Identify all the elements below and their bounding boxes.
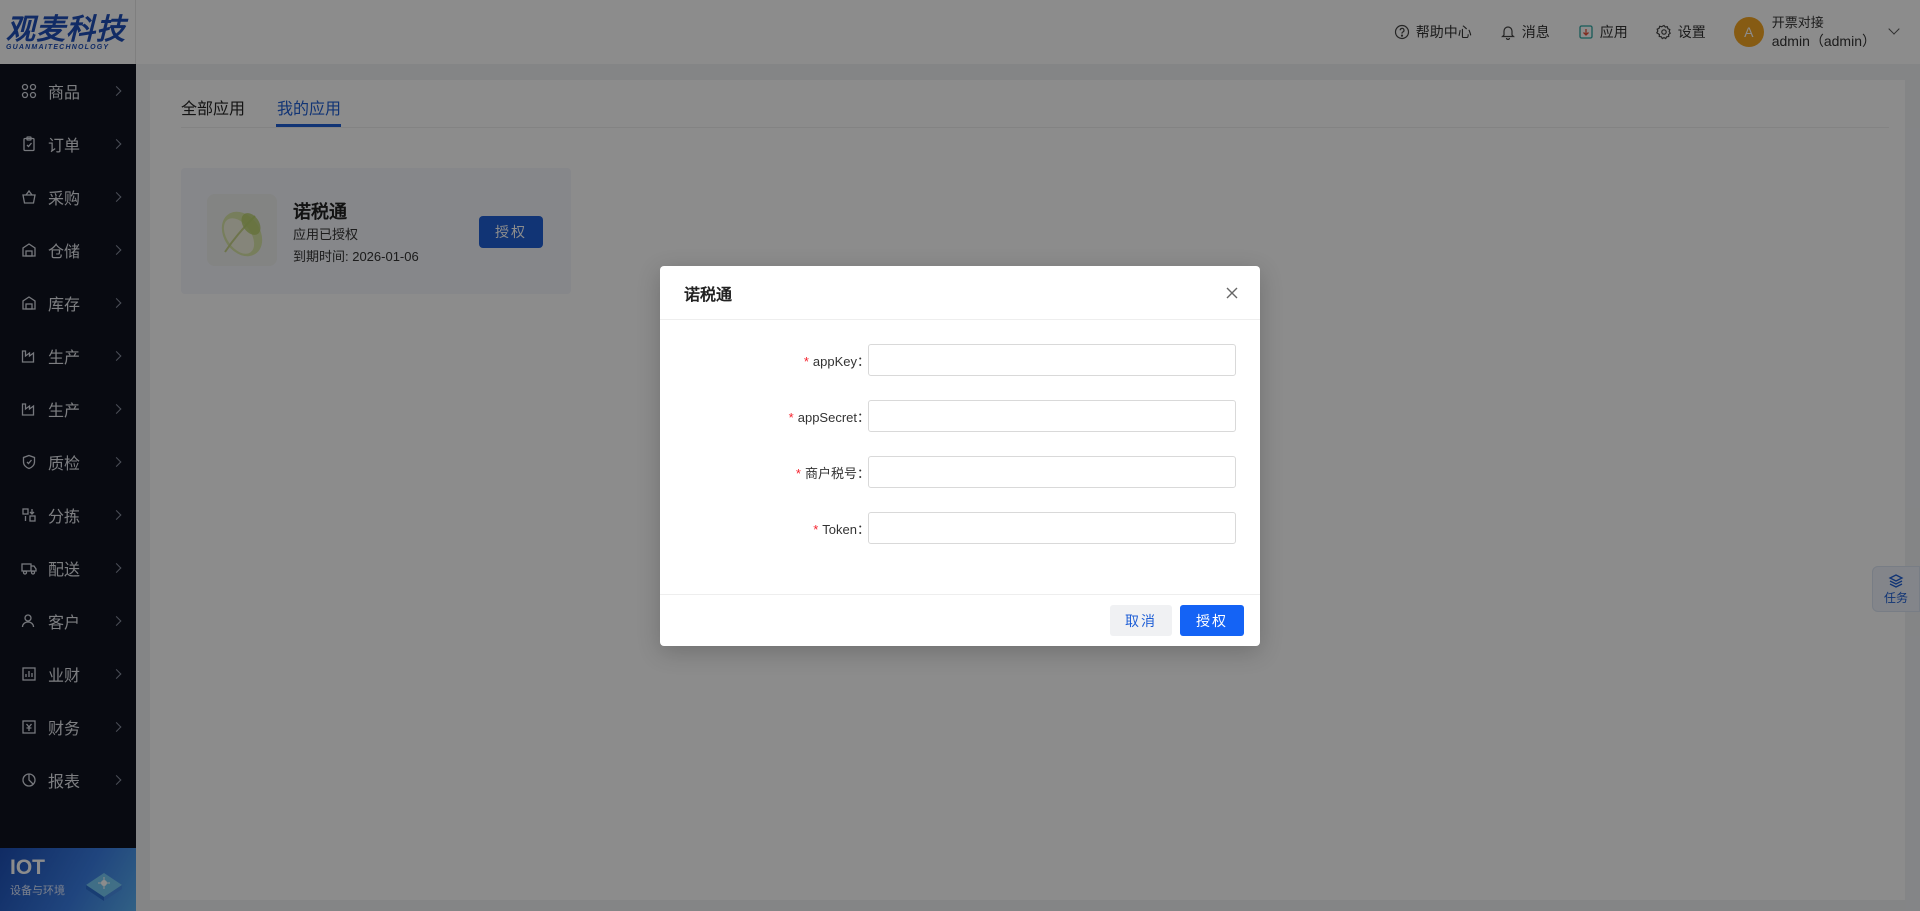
form-row-appkey: * appKey： — [660, 344, 1260, 376]
dialog-header: 诺税通 — [660, 266, 1260, 320]
required-mark: * — [795, 466, 801, 481]
appkey-label: * appKey： — [804, 351, 870, 370]
token-input[interactable] — [868, 512, 1236, 544]
token-label-text: Token： — [822, 522, 870, 537]
tax-id-label-text: 商户税号： — [804, 466, 870, 481]
cancel-button[interactable]: 取消 — [1110, 605, 1172, 636]
required-mark: * — [803, 354, 809, 369]
form-row-tax-id: * 商户税号： — [660, 456, 1260, 488]
form-row-token: * Token： — [660, 512, 1260, 544]
appkey-input[interactable] — [868, 344, 1236, 376]
dialog-title: 诺税通 — [684, 286, 733, 304]
close-icon[interactable] — [1224, 285, 1240, 301]
tax-id-input[interactable] — [868, 456, 1236, 488]
required-mark: * — [788, 410, 794, 425]
authorize-dialog: 诺税通 * appKey： * appSecret： * 商户税号： * Token： … — [660, 266, 1260, 646]
required-mark: * — [813, 522, 819, 537]
appkey-label-text: appKey： — [812, 354, 870, 369]
tax-id-label: * 商户税号： — [796, 463, 870, 482]
authorize-confirm-button[interactable]: 授权 — [1180, 605, 1244, 636]
form-row-appsecret: * appSecret： — [660, 400, 1260, 432]
dialog-footer: 取消 授权 — [660, 594, 1260, 646]
appsecret-label-text: appSecret： — [797, 410, 870, 425]
appsecret-label: * appSecret： — [789, 407, 870, 426]
token-label: * Token： — [813, 519, 870, 538]
appsecret-input[interactable] — [868, 400, 1236, 432]
